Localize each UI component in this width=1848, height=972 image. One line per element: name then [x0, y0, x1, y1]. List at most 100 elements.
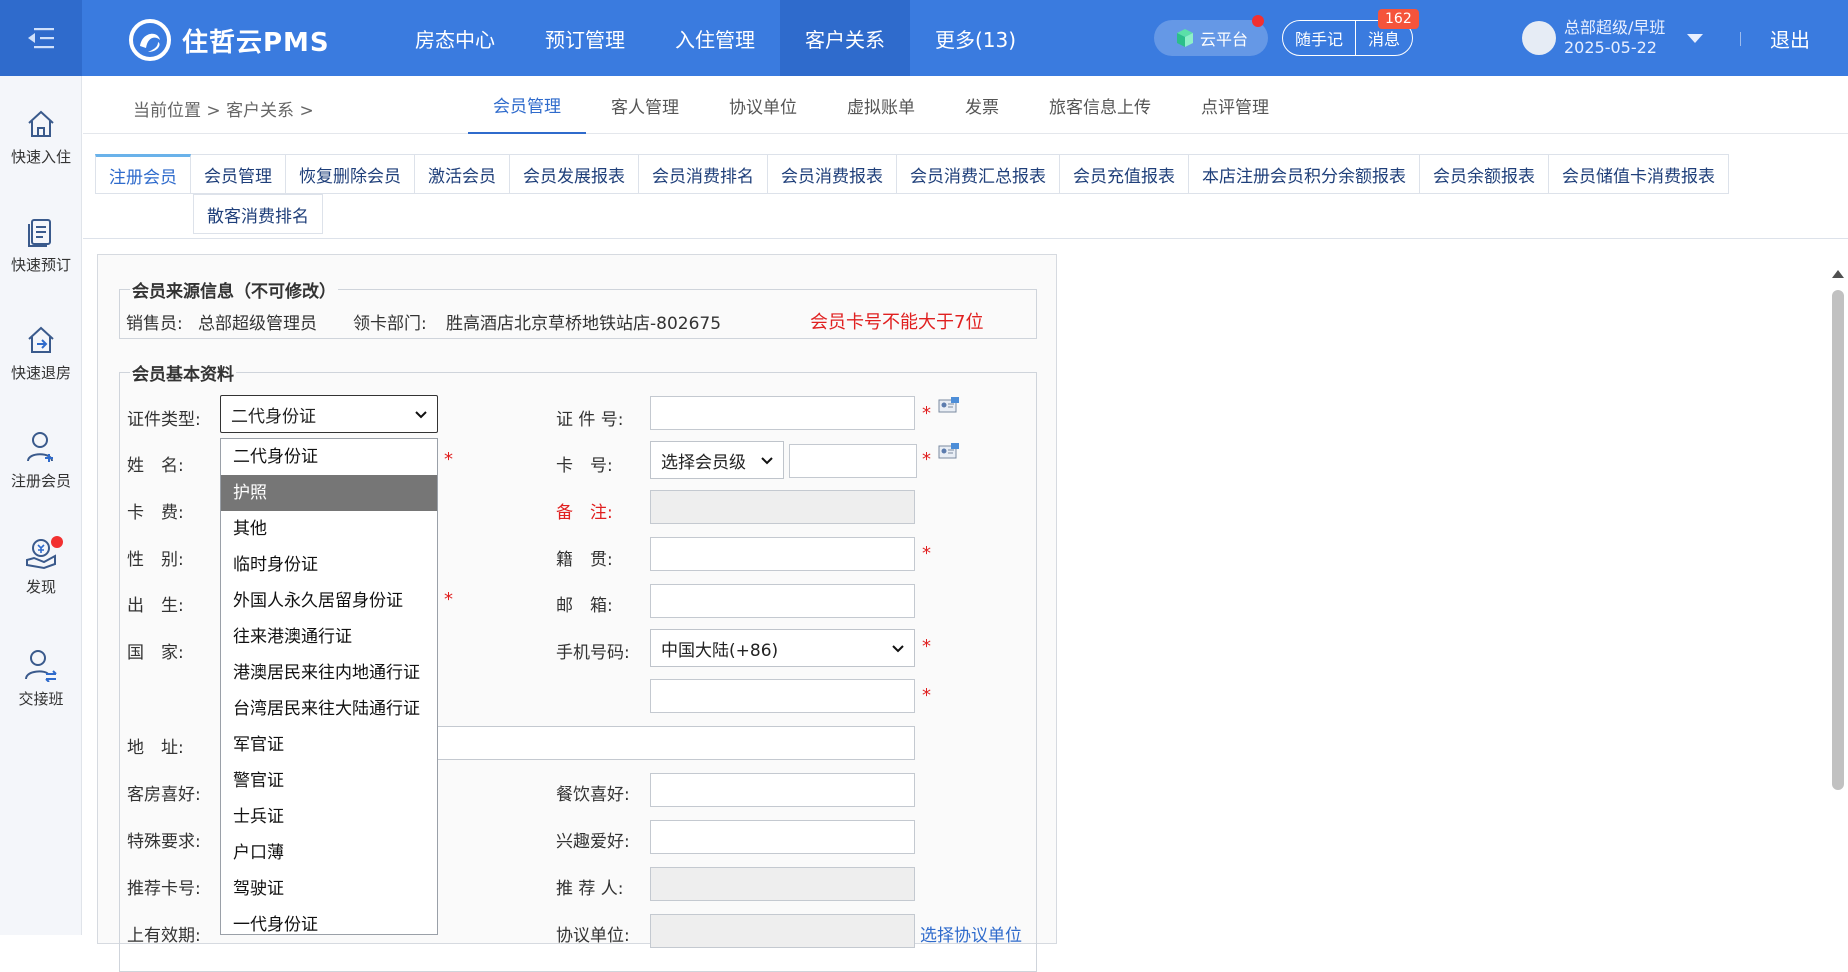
scroll-up-icon[interactable] [1832, 270, 1844, 278]
id-type-option[interactable]: 一代身份证 [221, 907, 437, 934]
id-type-option[interactable]: 临时身份证 [221, 547, 437, 583]
breadcrumb-section[interactable]: 客户关系 [226, 101, 294, 121]
sub-tab-2[interactable]: 协议单位 [704, 76, 822, 134]
notification-dot [1252, 15, 1264, 27]
dept-value: 胜高酒店北京草桥地铁站店-802675 [446, 314, 722, 334]
address-input[interactable] [428, 726, 915, 760]
sub-tabs: 会员管理 客人管理 协议单位 虚拟账单 发票 旅客信息上传 点评管理 [468, 76, 1294, 134]
phone-label: 手机号码: [556, 643, 630, 663]
birth-label: 出 生: [127, 596, 184, 616]
card-number-label: 卡 号: [556, 456, 613, 476]
function-tab-5[interactable]: 会员消费排名 [639, 154, 768, 194]
referrer-card-label: 推荐卡号: [127, 879, 201, 899]
required-mark: * [444, 589, 453, 610]
phone-number-input[interactable] [650, 679, 915, 713]
function-tab-1[interactable]: 会员管理 [191, 154, 286, 194]
sub-tab-3[interactable]: 虚拟账单 [822, 76, 940, 134]
function-tab-3[interactable]: 激活会员 [415, 154, 510, 194]
id-type-option[interactable]: 军官证 [221, 727, 437, 763]
page-scrollbar[interactable] [1828, 262, 1848, 935]
special-request-label: 特殊要求: [127, 832, 201, 852]
sidebar-item-quick-checkout[interactable]: 快速退房 [0, 324, 82, 383]
sidebar-item-handover[interactable]: 交接班 [0, 648, 82, 709]
sidebar-item-quick-booking[interactable]: 快速预订 [0, 216, 82, 275]
function-tab-6[interactable]: 会员消费报表 [768, 154, 897, 194]
sidebar-item-register-member[interactable]: 注册会员 [0, 430, 82, 491]
required-mark: * [922, 636, 931, 657]
id-type-option[interactable]: 其他 [221, 511, 437, 547]
top-header: 住哲云PMS 房态中心 预订管理 入住管理 客户关系 更多(13) 云平台 随手记 消息… [0, 0, 1848, 76]
card-fee-label: 卡 费: [127, 503, 184, 523]
card-number-input[interactable] [789, 444, 917, 478]
referrer-label: 推 荐 人: [556, 879, 624, 899]
id-type-option[interactable]: 往来港澳通行证 [221, 619, 437, 655]
sidebar-item-label: 快速入住 [10, 148, 71, 166]
hobby-input[interactable] [650, 820, 915, 854]
native-place-input[interactable] [650, 537, 915, 571]
cloud-platform-button[interactable]: 云平台 [1154, 15, 1268, 56]
id-type-option[interactable]: 台湾居民来往大陆通行证 [221, 691, 437, 727]
user-menu[interactable]: 总部超级/早班 2025-05-22 [1522, 18, 1704, 58]
quick-note-button[interactable]: 随手记 [1283, 21, 1355, 55]
chevron-down-icon [892, 645, 904, 653]
sub-tab-0[interactable]: 会员管理 [468, 76, 586, 134]
sidebar-item-label: 发现 [25, 578, 56, 596]
nav-item-2[interactable]: 入住管理 [650, 0, 780, 76]
sub-tab-4[interactable]: 发票 [940, 76, 1024, 134]
quick-sidebar: 快速入住 快速预订 快速退房 注册会员 发现 交接班 [0, 76, 82, 935]
food-pref-label: 餐饮喜好: [556, 785, 630, 805]
nav-item-3[interactable]: 客户关系 [780, 0, 910, 76]
function-tab-4[interactable]: 会员发展报表 [510, 154, 639, 194]
function-tab-10[interactable]: 会员余额报表 [1420, 154, 1549, 194]
id-type-option[interactable]: 驾驶证 [221, 871, 437, 907]
id-type-option[interactable]: 士兵证 [221, 799, 437, 835]
nav-item-0[interactable]: 房态中心 [390, 0, 520, 76]
basic-info-legend: 会员基本资料 [130, 360, 236, 385]
nav-item-1[interactable]: 预订管理 [520, 0, 650, 76]
id-type-option[interactable]: 外国人永久居留身份证 [221, 583, 437, 619]
logout-button[interactable]: 退出 [1770, 24, 1810, 53]
email-label: 邮 箱: [556, 596, 613, 616]
function-tab-11[interactable]: 会员储值卡消费报表 [1549, 154, 1729, 194]
select-agreement-unit-link[interactable]: 选择协议单位 [920, 921, 1022, 946]
function-tab-2[interactable]: 恢复删除会员 [286, 154, 415, 194]
source-info-legend: 会员来源信息（不可修改） [130, 277, 338, 302]
id-card-reader-icon[interactable] [938, 397, 960, 415]
home-in-icon [28, 110, 54, 137]
function-tab-8[interactable]: 会员充值报表 [1060, 154, 1189, 194]
card-level-select[interactable]: 选择会员级 [650, 441, 784, 479]
home-out-icon [28, 326, 54, 353]
country-label: 国 家: [127, 643, 184, 663]
function-tab-9[interactable]: 本店注册会员积分余额报表 [1189, 154, 1420, 194]
function-tab-0[interactable]: 注册会员 [95, 154, 191, 194]
cloud-platform-label: 云平台 [1199, 30, 1248, 49]
sidebar-item-discover[interactable]: 发现 [0, 536, 82, 597]
address-label: 地 址: [127, 738, 184, 758]
caret-down-icon[interactable] [1687, 33, 1704, 43]
sidebar-item-quick-checkin[interactable]: 快速入住 [0, 108, 82, 167]
id-number-input[interactable] [650, 396, 915, 430]
referrer-input [650, 867, 915, 901]
sub-tab-5[interactable]: 旅客信息上传 [1024, 76, 1176, 134]
menu-toggle-button[interactable] [0, 0, 82, 76]
id-type-option[interactable]: 港澳居民来往内地通行证 [221, 655, 437, 691]
phone-region-value: 中国大陆(+86) [661, 640, 779, 661]
id-type-select[interactable]: 二代身份证 [220, 395, 438, 433]
chevron-down-icon [761, 457, 773, 465]
id-type-option[interactable]: 护照 [221, 475, 437, 511]
id-type-dropdown-list: 二代身份证 护照 其他 临时身份证 外国人永久居留身份证 往来港澳通行证 港澳居民来往内地通… [220, 438, 438, 935]
phone-region-select[interactable]: 中国大陆(+86) [650, 629, 915, 667]
nav-item-4[interactable]: 更多(13) [910, 0, 1041, 76]
id-type-option[interactable]: 警官证 [221, 763, 437, 799]
id-card-reader-icon[interactable] [938, 443, 960, 461]
scroll-thumb[interactable] [1832, 290, 1844, 790]
email-input[interactable] [650, 584, 915, 618]
sub-navigation: 当前位置 > 客户关系 > 会员管理 客人管理 协议单位 虚拟账单 发票 旅客信息上传 点评… [83, 76, 1848, 134]
sub-tab-6[interactable]: 点评管理 [1176, 76, 1294, 134]
function-tab-row2-0[interactable]: 散客消费排名 [193, 194, 323, 234]
function-tab-7[interactable]: 会员消费汇总报表 [897, 154, 1060, 194]
id-type-option[interactable]: 二代身份证 [221, 439, 437, 475]
sub-tab-1[interactable]: 客人管理 [586, 76, 704, 134]
id-type-option[interactable]: 户口薄 [221, 835, 437, 871]
food-pref-input[interactable] [650, 773, 915, 807]
